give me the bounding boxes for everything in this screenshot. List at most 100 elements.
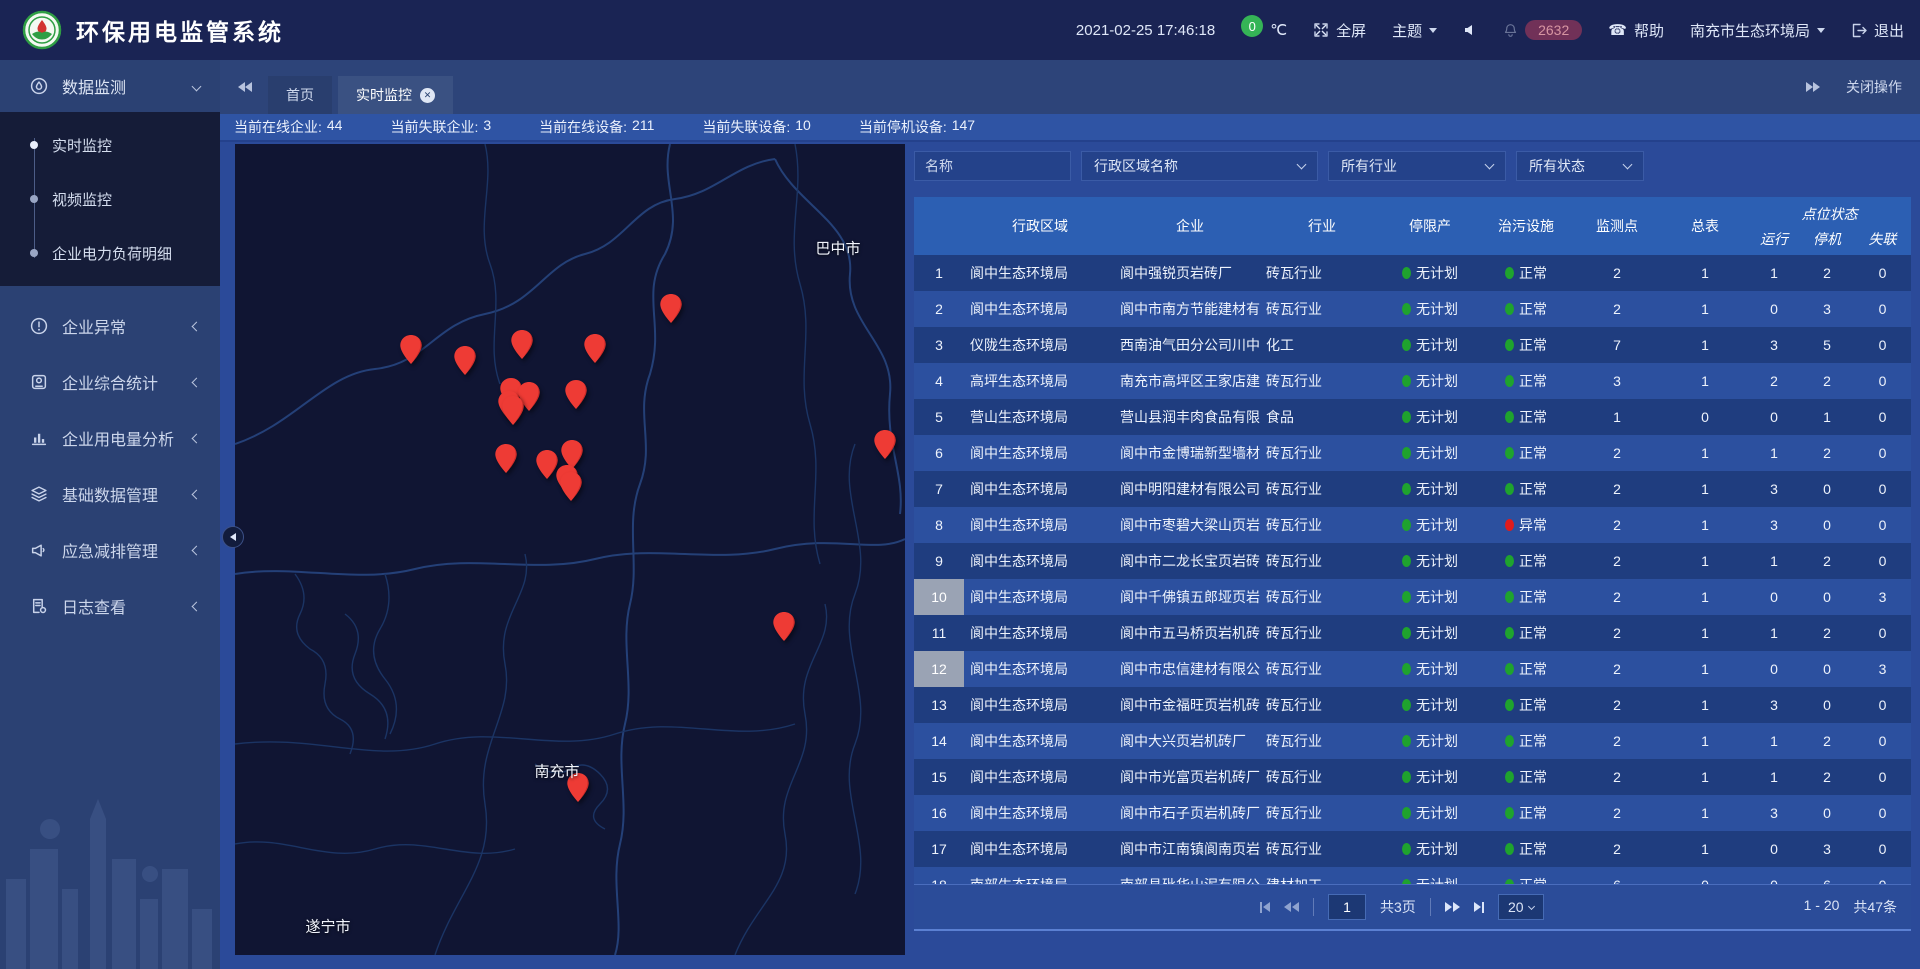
table-row[interactable]: 5 营山生态环境局 营山县润丰肉食品有限 食品 无计划 正常 1 bbox=[914, 399, 1911, 435]
theme-dropdown[interactable]: 主题 bbox=[1392, 20, 1437, 41]
tab-realtime-monitoring[interactable]: 实时监控 ✕ bbox=[338, 76, 453, 114]
row-region: 仪陇生态环境局 bbox=[964, 335, 1116, 355]
table-row[interactable]: 14 阆中生态环境局 阆中大兴页岩机砖厂 砖瓦行业 无计划 正常 2 bbox=[914, 723, 1911, 759]
map-pin[interactable] bbox=[560, 472, 583, 507]
sidebar-item-emergency-reduction[interactable]: 应急减排管理 bbox=[0, 522, 220, 578]
map-pin[interactable] bbox=[584, 334, 607, 369]
column-stop: 停机 bbox=[1800, 229, 1854, 249]
table-row[interactable]: 18 南部生态环境局 南部县砒华山泥有限公 建材加工 无计划 正常 6 bbox=[914, 867, 1911, 884]
close-operations-button[interactable]: 关闭操作 bbox=[1846, 77, 1902, 97]
status-dot bbox=[1505, 447, 1514, 459]
stat-item: 当前失联设备: 10 bbox=[702, 117, 810, 137]
panel-collapse-button[interactable] bbox=[222, 526, 244, 548]
page-number-input[interactable]: 1 bbox=[1328, 894, 1366, 920]
row-meter-count: 1 bbox=[1662, 265, 1748, 281]
table-row[interactable]: 15 阆中生态环境局 阆中市光富页岩机砖厂 砖瓦行业 无计划 正常 2 bbox=[914, 759, 1911, 795]
row-stop-count: 3 bbox=[1800, 301, 1854, 317]
map-pin[interactable] bbox=[773, 612, 796, 647]
table-row[interactable]: 7 阆中生态环境局 阆中明阳建材有限公司 砖瓦行业 无计划 正常 2 bbox=[914, 471, 1911, 507]
map-pin[interactable] bbox=[400, 335, 423, 370]
row-monitor-count: 2 bbox=[1572, 481, 1662, 497]
close-icon[interactable]: ✕ bbox=[420, 88, 435, 103]
row-facility-status: 正常 bbox=[1480, 623, 1572, 643]
row-offline-count: 0 bbox=[1854, 337, 1911, 353]
notifications[interactable]: 2632 bbox=[1503, 20, 1582, 40]
sidebar-item-enterprise-anomaly[interactable]: 企业异常 bbox=[0, 298, 220, 354]
last-page-button[interactable] bbox=[1474, 902, 1484, 913]
row-offline-count: 0 bbox=[1854, 553, 1911, 569]
row-production-status: 无计划 bbox=[1380, 839, 1480, 859]
stat-value: 3 bbox=[483, 117, 491, 137]
row-company: 阆中千佛镇五郎垭页岩 bbox=[1116, 587, 1264, 607]
table-row[interactable]: 8 阆中生态环境局 阆中市枣碧大梁山页岩 砖瓦行业 无计划 异常 2 bbox=[914, 507, 1911, 543]
row-offline-count: 0 bbox=[1854, 409, 1911, 425]
column-facility: 治污设施 bbox=[1480, 197, 1572, 255]
map-pin[interactable] bbox=[454, 346, 477, 381]
logout-button[interactable]: 退出 bbox=[1851, 20, 1904, 41]
table-row[interactable]: 4 高坪生态环境局 南充市高坪区王家店建 砖瓦行业 无计划 正常 3 bbox=[914, 363, 1911, 399]
table-row[interactable]: 1 阆中生态环境局 阆中强锐页岩砖厂 砖瓦行业 无计划 正常 2 bbox=[914, 255, 1911, 291]
sidebar-item-power-load-detail[interactable]: 企业电力负荷明细 bbox=[0, 226, 220, 280]
page-size-select[interactable]: 20 bbox=[1498, 894, 1544, 920]
sidebar-item-video-monitoring[interactable]: 视频监控 bbox=[0, 172, 220, 226]
map-city-label: 南充市 bbox=[534, 761, 579, 782]
row-run-count: 1 bbox=[1748, 553, 1800, 569]
map-pin[interactable] bbox=[495, 444, 518, 479]
table-row[interactable]: 17 阆中生态环境局 阆中市江南镇阆南页岩 砖瓦行业 无计划 正常 2 bbox=[914, 831, 1911, 867]
table-row[interactable]: 3 仪陇生态环境局 西南油气田分公司川中 化工 无计划 正常 7 bbox=[914, 327, 1911, 363]
sidebar-item-power-usage-analysis[interactable]: 企业用电量分析 bbox=[0, 410, 220, 466]
map-pin[interactable] bbox=[502, 396, 525, 431]
row-index: 1 bbox=[914, 255, 964, 291]
row-company: 阆中市金福旺页岩机砖 bbox=[1116, 695, 1264, 715]
row-run-count: 3 bbox=[1748, 337, 1800, 353]
name-search-input[interactable] bbox=[914, 151, 1071, 181]
tabs-scroll-right-button[interactable] bbox=[1806, 82, 1820, 92]
chevron-down-icon bbox=[1485, 160, 1495, 170]
map-pin[interactable] bbox=[565, 380, 588, 415]
phone-icon: ☎ bbox=[1608, 21, 1627, 39]
sidebar-item-realtime-monitoring[interactable]: 实时监控 bbox=[0, 118, 220, 172]
first-page-button[interactable] bbox=[1260, 902, 1270, 913]
sidebar-item-log-view[interactable]: 日志查看 bbox=[0, 578, 220, 634]
map-pin[interactable] bbox=[660, 294, 683, 329]
next-page-button[interactable] bbox=[1445, 902, 1460, 912]
row-meter-count: 1 bbox=[1662, 733, 1748, 749]
row-run-count: 1 bbox=[1748, 769, 1800, 785]
table-row[interactable]: 10 阆中生态环境局 阆中千佛镇五郎垭页岩 砖瓦行业 无计划 正常 2 bbox=[914, 579, 1911, 615]
org-dropdown[interactable]: 南充市生态环境局 bbox=[1690, 20, 1825, 41]
row-offline-count: 0 bbox=[1854, 841, 1911, 857]
sidebar-item-data-monitoring[interactable]: 数据监测 bbox=[0, 60, 220, 112]
map[interactable]: 巴中市 南充市 遂宁市 bbox=[235, 144, 905, 955]
map-pin[interactable] bbox=[874, 430, 897, 465]
tabs-scroll-left-button[interactable] bbox=[238, 82, 252, 92]
table-row[interactable]: 13 阆中生态环境局 阆中市金福旺页岩机砖 砖瓦行业 无计划 正常 2 bbox=[914, 687, 1911, 723]
map-pin[interactable] bbox=[511, 330, 534, 365]
table-row[interactable]: 11 阆中生态环境局 阆中市五马桥页岩机砖 砖瓦行业 无计划 正常 2 bbox=[914, 615, 1911, 651]
tab-home[interactable]: 首页 bbox=[268, 76, 332, 114]
prev-page-button[interactable] bbox=[1284, 902, 1299, 912]
column-region: 行政区域 bbox=[964, 197, 1116, 255]
table-row[interactable]: 12 阆中生态环境局 阆中市忠信建材有限公 砖瓦行业 无计划 正常 2 bbox=[914, 651, 1911, 687]
table-row[interactable]: 9 阆中生态环境局 阆中市二龙长宝页岩砖 砖瓦行业 无计划 正常 2 bbox=[914, 543, 1911, 579]
row-stop-count: 0 bbox=[1800, 517, 1854, 533]
row-production-status: 无计划 bbox=[1380, 659, 1480, 679]
table-row[interactable]: 16 阆中生态环境局 阆中市石子页岩机砖厂 砖瓦行业 无计划 正常 2 bbox=[914, 795, 1911, 831]
sidebar-item-enterprise-statistics[interactable]: 企业综合统计 bbox=[0, 354, 220, 410]
stat-value: 44 bbox=[327, 117, 343, 137]
region-select[interactable]: 行政区域名称 bbox=[1081, 151, 1318, 181]
table-row[interactable]: 6 阆中生态环境局 阆中市金博瑞新型墙材 砖瓦行业 无计划 正常 2 bbox=[914, 435, 1911, 471]
status-select[interactable]: 所有状态 bbox=[1516, 151, 1644, 181]
sound-toggle-button[interactable] bbox=[1463, 23, 1477, 37]
sidebar-item-base-data-management[interactable]: 基础数据管理 bbox=[0, 466, 220, 522]
status-dot bbox=[1505, 627, 1514, 639]
row-monitor-count: 2 bbox=[1572, 697, 1662, 713]
stat-value: 211 bbox=[632, 117, 654, 137]
fullscreen-button[interactable]: 全屏 bbox=[1313, 20, 1366, 41]
row-run-count: 3 bbox=[1748, 517, 1800, 533]
row-industry: 砖瓦行业 bbox=[1264, 695, 1380, 715]
table-row[interactable]: 2 阆中生态环境局 阆中市南方节能建材有 砖瓦行业 无计划 正常 2 bbox=[914, 291, 1911, 327]
row-industry: 建材加工 bbox=[1264, 875, 1380, 884]
bullet-icon bbox=[30, 249, 38, 257]
help-button[interactable]: ☎ 帮助 bbox=[1608, 20, 1664, 41]
industry-select[interactable]: 所有行业 bbox=[1328, 151, 1506, 181]
